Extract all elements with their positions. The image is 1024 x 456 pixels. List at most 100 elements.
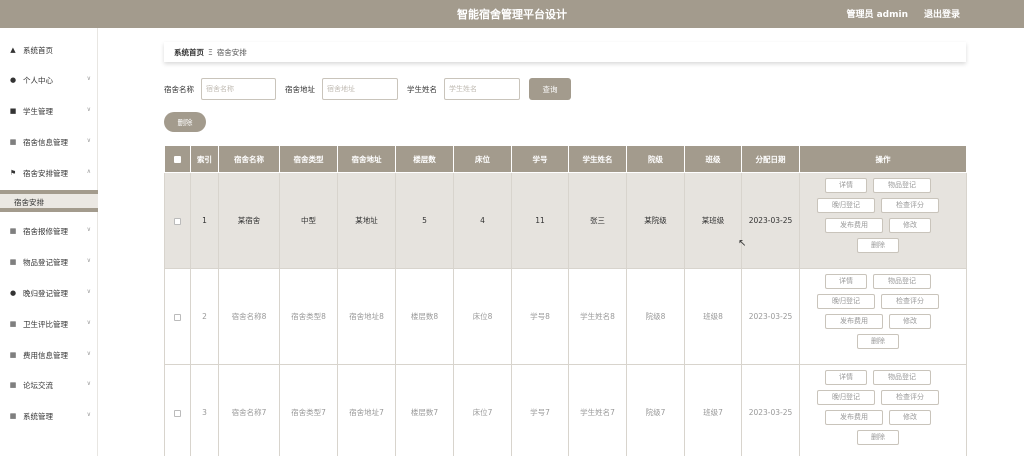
publish-fee-button[interactable]: 发布费用 <box>825 409 883 425</box>
edit-button[interactable]: 修改 <box>889 313 931 329</box>
sidebar-item-items[interactable]: ▦ 物品登记管理 ∨ <box>0 251 98 273</box>
cell-index: 2 <box>190 268 219 365</box>
delete-button[interactable]: 删除 <box>857 333 899 349</box>
publish-fee-button[interactable]: 发布费用 <box>825 313 883 329</box>
cell-dorm-type: 中型 <box>279 172 338 269</box>
table-row[interactable]: 2 宿舍名称8 宿舍类型8 宿舍地址8 楼层数8 床位8 学号8 学生姓名8 院… <box>164 268 967 365</box>
student-name-label: 学生姓名 <box>407 85 437 94</box>
hygiene-check-button[interactable]: 检查评分 <box>881 389 939 405</box>
sidebar-item-system[interactable]: ▦ 系统管理 ∨ <box>0 405 98 427</box>
cell-dorm-name: 宿舍名称8 <box>218 268 280 365</box>
cell-student-name: 张三 <box>568 172 627 269</box>
item-register-button[interactable]: 物品登记 <box>873 369 931 385</box>
cell-college: 某院级 <box>626 172 685 269</box>
cell-index: 3 <box>190 364 219 456</box>
cell-floors: 楼层数7 <box>395 364 454 456</box>
column-header: 索引 <box>190 145 219 173</box>
dorm-address-label: 宿舍地址 <box>285 85 315 94</box>
grid-icon: ▦ <box>9 320 17 328</box>
chevron-down-icon: ∨ <box>86 411 91 418</box>
late-register-button[interactable]: 晚归登记 <box>817 389 875 405</box>
sidebar-item-students[interactable]: ■ 学生管理 ∨ <box>0 100 98 122</box>
sidebar-item-label: 物品登记管理 <box>23 257 68 267</box>
late-register-button[interactable]: 晚归登记 <box>817 197 875 213</box>
admin-username: 管理员 admin <box>846 10 908 20</box>
row-select-cell <box>164 364 191 456</box>
grid-icon: ▦ <box>9 351 17 359</box>
cell-bed: 床位8 <box>453 268 512 365</box>
breadcrumb-home[interactable]: 系统首页 <box>174 47 204 58</box>
column-header: 宿舍地址 <box>337 145 396 173</box>
row-select-cell <box>164 268 191 365</box>
item-register-button[interactable]: 物品登记 <box>873 177 931 193</box>
user-icon: ● <box>9 289 17 297</box>
column-header: 宿舍名称 <box>218 145 280 173</box>
sidebar-item-label: 个人中心 <box>23 75 53 85</box>
cell-class: 某班级 <box>684 172 742 269</box>
grid-icon: ▦ <box>9 138 17 146</box>
sidebar-item-label: 卫生评比管理 <box>23 319 68 329</box>
student-name-input[interactable] <box>444 78 520 100</box>
sidebar-item-label: 系统管理 <box>23 411 53 421</box>
cell-student-name: 学生姓名8 <box>568 268 627 365</box>
delete-button[interactable]: 删除 <box>857 237 899 253</box>
chevron-down-icon: ∨ <box>86 137 91 144</box>
sidebar-item-hygiene[interactable]: ▦ 卫生评比管理 ∨ <box>0 313 98 335</box>
logout-link[interactable]: 退出登录 <box>924 7 960 20</box>
column-header: 院级 <box>626 145 685 173</box>
card-icon: ■ <box>9 107 17 115</box>
column-header: 学号 <box>511 145 569 173</box>
grid-icon: ▦ <box>9 412 17 420</box>
breadcrumb-current: 宿舍安排 <box>216 47 247 57</box>
dorm-address-input[interactable] <box>322 78 398 100</box>
column-header: 学生姓名 <box>568 145 627 173</box>
sidebar-item-label: 宿舍安排管理 <box>23 168 68 178</box>
chevron-down-icon: ∨ <box>86 319 91 326</box>
chevron-down-icon: ∨ <box>86 288 91 295</box>
column-header: 操作 <box>799 145 967 173</box>
table-row[interactable]: 1 某宿舍 中型 某地址 5 4 11 张三 某院级 某班级 2023-03-2… <box>164 172 967 269</box>
sidebar-item-label: 系统首页 <box>23 45 53 55</box>
row-checkbox[interactable] <box>174 217 181 225</box>
mouse-cursor-icon: ↖ <box>738 238 747 249</box>
late-register-button[interactable]: 晚归登记 <box>817 293 875 309</box>
dorm-arrangement-table: 索引 宿舍名称 宿舍类型 宿舍地址 楼层数 床位 学号 学生姓名 院级 班级 分… <box>164 145 967 456</box>
submenu-dorm-arrange[interactable]: 宿舍安排 <box>0 190 98 212</box>
top-bar: 智能宿舍管理平台设计 管理员 admin 退出登录 <box>0 0 1024 28</box>
sidebar-item-home[interactable]: ▲ 系统首页 <box>0 39 98 61</box>
hygiene-check-button[interactable]: 检查评分 <box>881 197 939 213</box>
sidebar-item-late-return[interactable]: ● 晚归登记管理 ∨ <box>0 282 98 304</box>
sidebar-item-dorm-arrange[interactable]: ⚑ 宿舍安排管理 ∧ <box>0 162 98 184</box>
batch-delete-button[interactable]: 删除 <box>164 112 206 132</box>
sidebar-item-repair[interactable]: ▦ 宿舍报修管理 ∨ <box>0 220 98 242</box>
row-checkbox[interactable] <box>174 409 181 417</box>
detail-button[interactable]: 详情 <box>825 177 867 193</box>
edit-button[interactable]: 修改 <box>889 217 931 233</box>
row-select-cell <box>164 172 191 269</box>
sidebar: ▲ 系统首页 ● 个人中心 ∨ ■ 学生管理 ∨ ▦ 宿舍信息管理 ∨ ⚑ 宿舍… <box>0 28 98 456</box>
sidebar-item-fees[interactable]: ▦ 费用信息管理 ∨ <box>0 344 98 366</box>
detail-button[interactable]: 详情 <box>825 273 867 289</box>
home-icon: ▲ <box>10 46 16 54</box>
sidebar-item-profile[interactable]: ● 个人中心 ∨ <box>0 69 98 91</box>
publish-fee-button[interactable]: 发布费用 <box>825 217 883 233</box>
sidebar-item-label: 宿舍信息管理 <box>23 137 68 147</box>
query-button[interactable]: 查询 <box>529 78 571 100</box>
dorm-name-input[interactable] <box>201 78 276 100</box>
select-all-checkbox[interactable] <box>174 156 181 163</box>
cell-bed: 4 <box>453 172 512 269</box>
edit-button[interactable]: 修改 <box>889 409 931 425</box>
sidebar-item-dorm-info[interactable]: ▦ 宿舍信息管理 ∨ <box>0 131 98 153</box>
delete-button[interactable]: 删除 <box>857 429 899 445</box>
detail-button[interactable]: 详情 <box>825 369 867 385</box>
cell-student-no: 学号8 <box>511 268 569 365</box>
sidebar-item-label: 学生管理 <box>23 106 53 116</box>
cell-dorm-address: 宿舍地址7 <box>337 364 396 456</box>
table-row[interactable]: 3 宿舍名称7 宿舍类型7 宿舍地址7 楼层数7 床位7 学号7 学生姓名7 院… <box>164 364 967 456</box>
row-checkbox[interactable] <box>174 313 181 321</box>
grid-icon: ▦ <box>9 258 17 266</box>
item-register-button[interactable]: 物品登记 <box>873 273 931 289</box>
sidebar-item-forum[interactable]: ▦ 论坛交流 ∨ <box>0 374 98 396</box>
hygiene-check-button[interactable]: 检查评分 <box>881 293 939 309</box>
cell-dorm-name: 宿舍名称7 <box>218 364 280 456</box>
